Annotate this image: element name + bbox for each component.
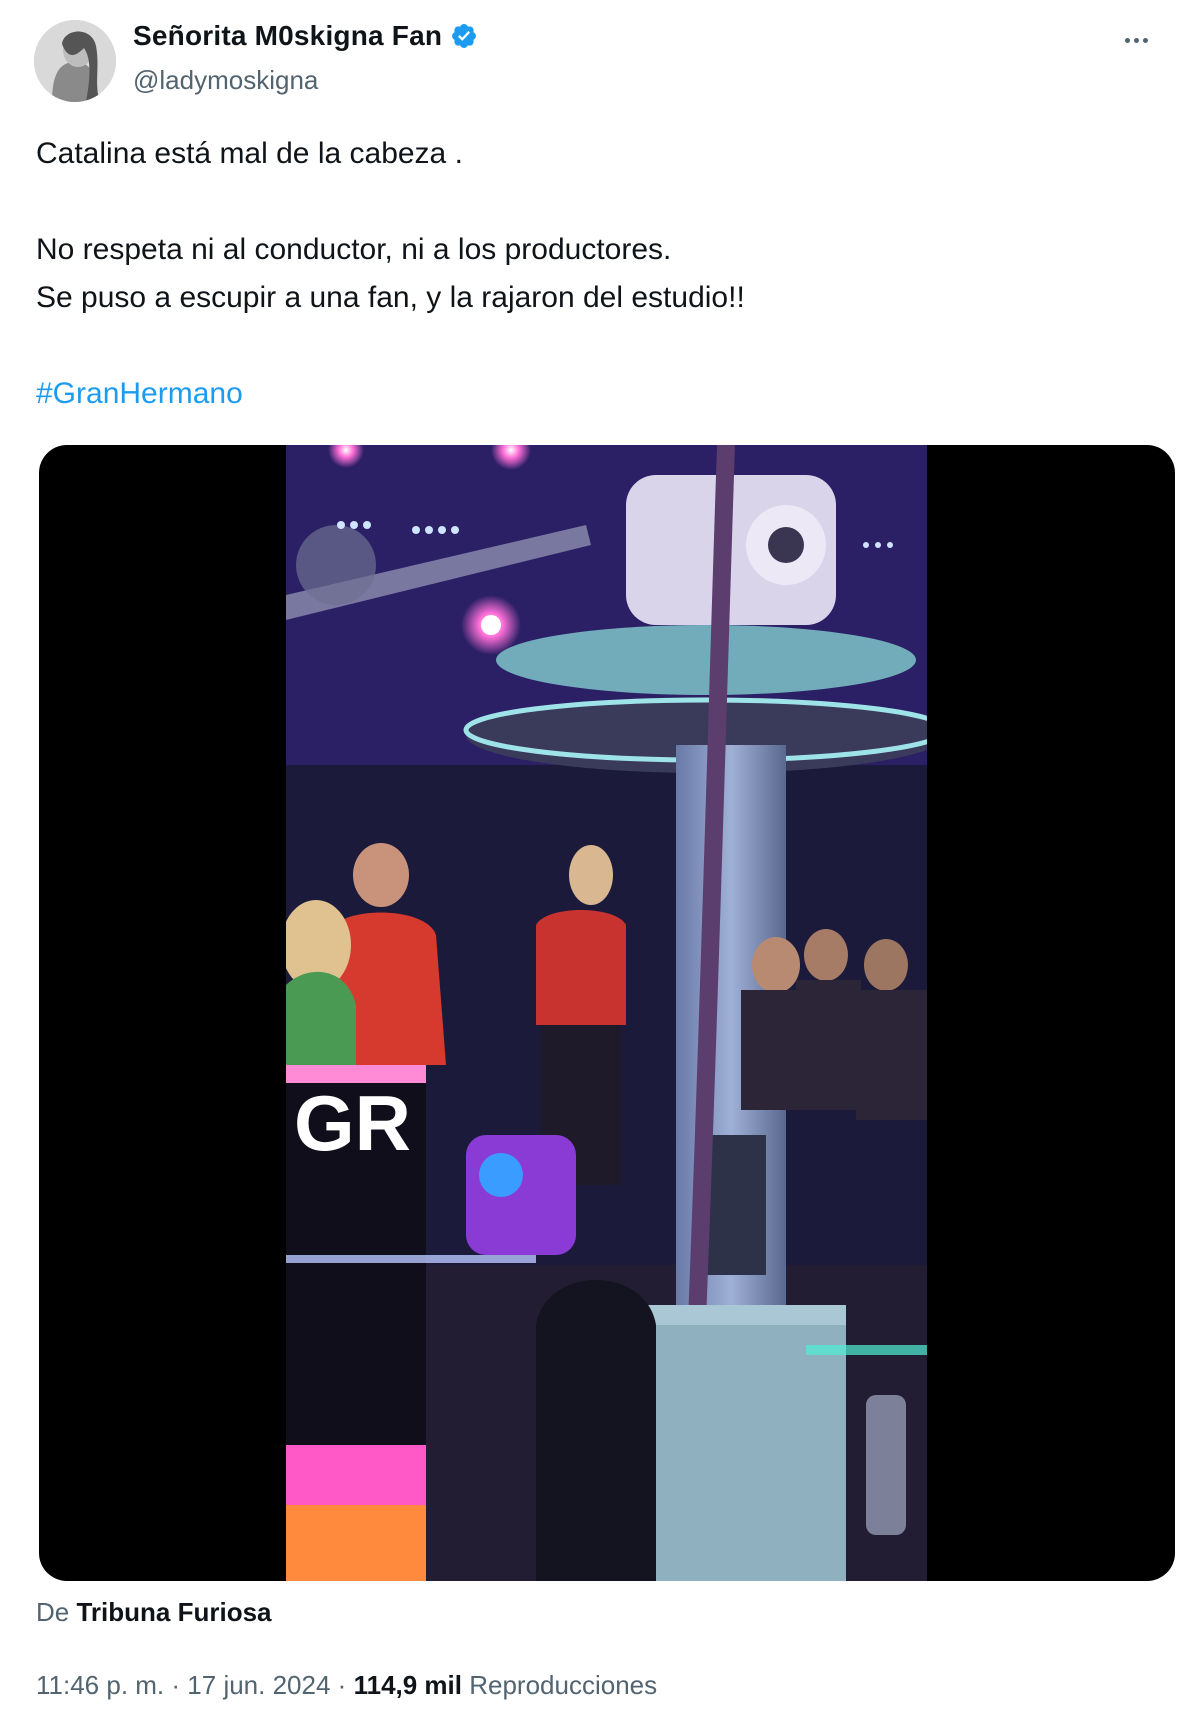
avatar-image bbox=[34, 20, 116, 102]
more-options-dot bbox=[1142, 37, 1148, 43]
tweet-time[interactable]: 11:46 p. m. bbox=[36, 1670, 164, 1700]
tweet-line: Se puso a escupir a una fan, y la rajaro… bbox=[36, 281, 745, 314]
more-options-button[interactable] bbox=[1116, 22, 1156, 58]
views-count: 114,9 mil bbox=[353, 1670, 462, 1700]
tweet-line: No respeta ni al conductor, ni a los pro… bbox=[36, 233, 672, 266]
video-still: GR bbox=[286, 445, 927, 1581]
meta-separator: · bbox=[337, 1670, 347, 1700]
media-source: De Tribuna Furiosa bbox=[36, 1597, 272, 1628]
source-name-link[interactable]: Tribuna Furiosa bbox=[76, 1597, 271, 1627]
video-frame: GR bbox=[286, 445, 927, 1581]
avatar[interactable] bbox=[34, 20, 116, 102]
tweet-meta: 11:46 p. m. · 17 jun. 2024 · 114,9 mil R… bbox=[36, 1670, 657, 1701]
tweet: Señorita M0skigna Fan @ladymoskigna Cata… bbox=[0, 0, 1200, 1715]
verified-badge-icon[interactable] bbox=[450, 22, 478, 50]
source-prefix: De bbox=[36, 1597, 70, 1627]
tweet-date[interactable]: 17 jun. 2024 bbox=[187, 1670, 330, 1700]
author-display-name[interactable]: Señorita M0skigna Fan bbox=[133, 20, 442, 52]
meta-separator: · bbox=[171, 1670, 181, 1700]
tweet-text: Catalina está mal de la cabeza . No resp… bbox=[36, 130, 1156, 418]
tweet-video[interactable]: GR bbox=[39, 445, 1175, 1581]
more-options-dot bbox=[1133, 37, 1139, 43]
hashtag-link[interactable]: #GranHermano bbox=[36, 377, 243, 410]
author-name-row: Señorita M0skigna Fan bbox=[133, 20, 478, 52]
tweet-line: Catalina está mal de la cabeza . bbox=[36, 137, 463, 170]
more-options-icon bbox=[1124, 37, 1130, 43]
author-handle[interactable]: @ladymoskigna bbox=[133, 65, 318, 96]
screen-logo-text: GR bbox=[294, 1079, 411, 1167]
views-label: Reproducciones bbox=[469, 1670, 658, 1700]
